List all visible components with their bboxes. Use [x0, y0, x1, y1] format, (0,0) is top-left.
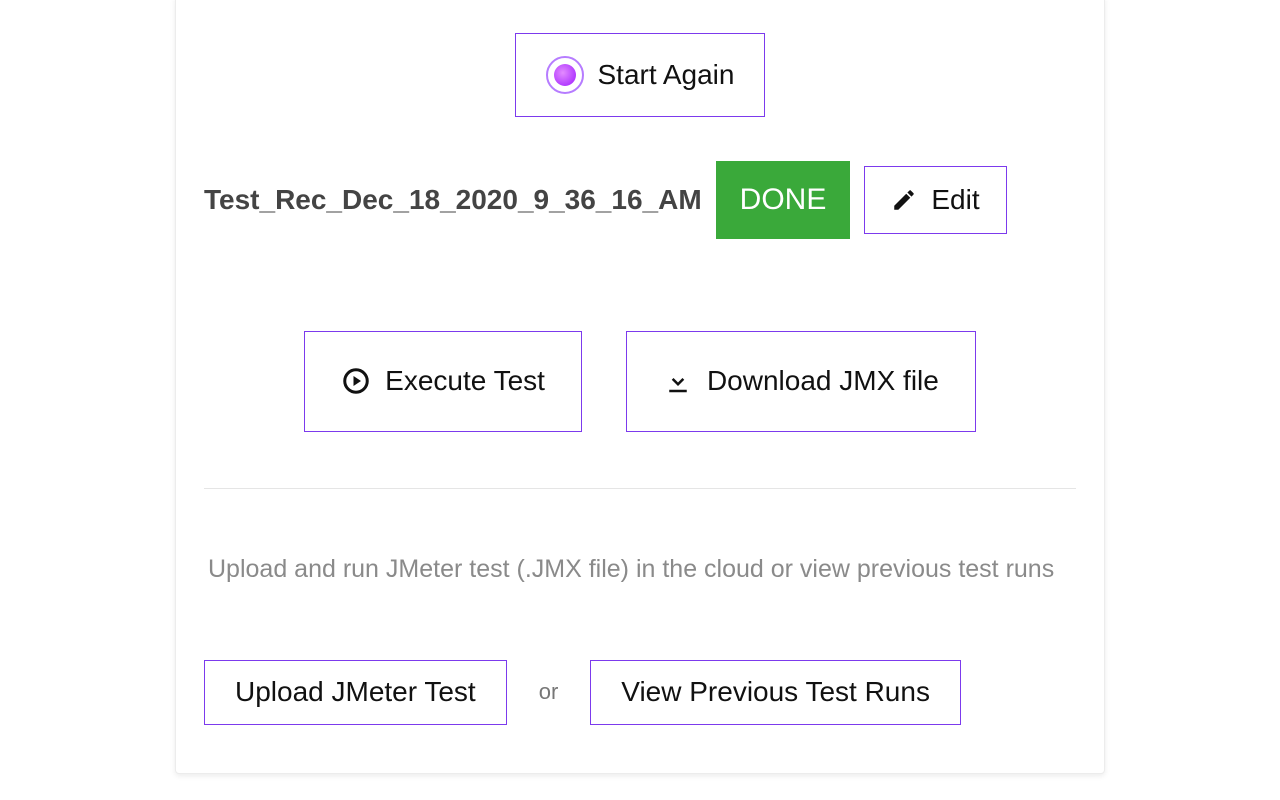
main-card: Start Again Test_Rec_Dec_18_2020_9_36_16… [175, 0, 1105, 774]
start-again-button[interactable]: Start Again [515, 33, 766, 117]
start-again-label: Start Again [598, 60, 735, 91]
pencil-icon [891, 187, 917, 213]
execute-test-button[interactable]: Execute Test [304, 331, 582, 432]
edit-button[interactable]: Edit [864, 166, 1006, 235]
download-jmx-button[interactable]: Download JMX file [626, 331, 976, 432]
test-name: Test_Rec_Dec_18_2020_9_36_16_AM [204, 184, 702, 216]
download-jmx-label: Download JMX file [707, 366, 939, 397]
download-icon [663, 366, 693, 396]
execute-test-label: Execute Test [385, 366, 545, 397]
divider [204, 488, 1076, 489]
upload-jmeter-button[interactable]: Upload JMeter Test [204, 660, 507, 725]
play-circle-icon [341, 366, 371, 396]
status-badge: DONE [716, 161, 851, 239]
help-text: Upload and run JMeter test (.JMX file) i… [208, 555, 1076, 584]
upload-jmeter-label: Upload JMeter Test [235, 677, 476, 708]
view-previous-button[interactable]: View Previous Test Runs [590, 660, 961, 725]
view-previous-label: View Previous Test Runs [621, 677, 930, 708]
record-icon [546, 56, 584, 94]
edit-label: Edit [931, 185, 979, 216]
or-text: or [539, 679, 559, 705]
